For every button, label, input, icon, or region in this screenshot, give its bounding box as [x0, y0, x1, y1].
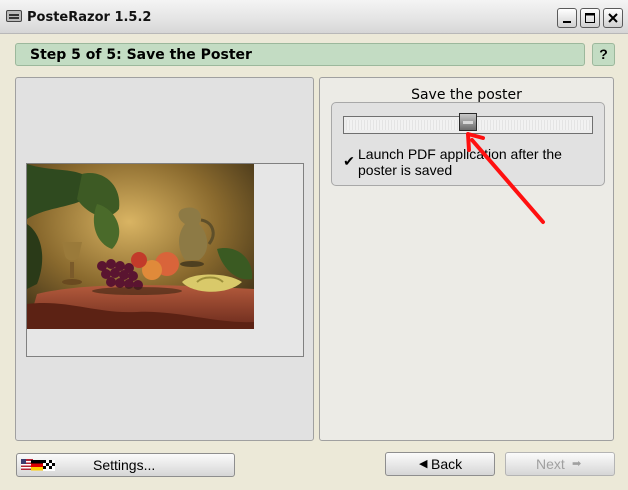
maximize-button[interactable]	[580, 8, 600, 28]
close-icon	[608, 13, 618, 23]
progress-indicator[interactable]	[459, 113, 477, 131]
minimize-icon	[563, 21, 571, 23]
arrow-right-icon: ➡	[572, 458, 582, 470]
title-bar: PosteRazor 1.5.2	[0, 0, 628, 34]
next-button[interactable]: Next ➡	[505, 452, 615, 476]
help-button[interactable]: ?	[592, 43, 615, 66]
still-life-painting-image	[27, 164, 254, 329]
next-label: Next	[536, 456, 565, 472]
settings-label: Settings...	[93, 457, 156, 473]
save-group-title: Save the poster	[411, 87, 522, 103]
settings-button[interactable]: Settings...	[16, 453, 235, 477]
launch-pdf-checkbox[interactable]: ✔	[342, 154, 356, 168]
arrow-left-icon: ◀	[419, 458, 428, 470]
close-button[interactable]	[603, 8, 623, 28]
step-header: Step 5 of 5: Save the Poster	[15, 43, 585, 66]
language-flags-icon	[21, 459, 55, 471]
step-title: Step 5 of 5: Save the Poster	[30, 47, 252, 63]
save-progress-bar[interactable]	[343, 113, 593, 134]
save-panel: Save the poster ✔ Launch PDF application…	[319, 77, 614, 441]
checkmark-icon: ✔	[343, 153, 355, 169]
save-group-box: ✔ Launch PDF application after the poste…	[331, 102, 605, 186]
window-title: PosteRazor 1.5.2	[27, 10, 152, 25]
back-label: Back	[431, 456, 463, 472]
back-button[interactable]: ◀ Back	[385, 452, 495, 476]
maximize-icon	[585, 13, 595, 23]
paper-sheet-preview	[26, 163, 304, 357]
poster-preview-panel	[15, 77, 314, 441]
minimize-button[interactable]	[557, 8, 577, 28]
app-icon[interactable]	[6, 10, 22, 22]
launch-pdf-label[interactable]: Launch PDF application after the poster …	[358, 146, 598, 178]
